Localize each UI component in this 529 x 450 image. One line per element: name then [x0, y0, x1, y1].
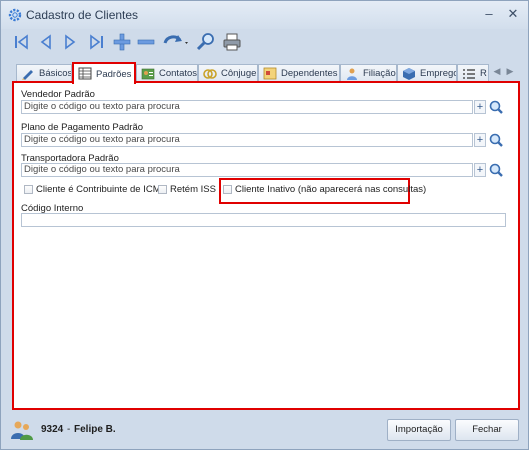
close-button[interactable]: Fechar — [455, 419, 519, 441]
icms-checkbox-row[interactable]: Cliente é Contribuinte de ICMS — [24, 184, 167, 198]
print-icon — [223, 33, 241, 51]
table-icon — [78, 67, 92, 80]
previous-record-button[interactable] — [35, 31, 57, 53]
contacts-icon — [141, 68, 155, 80]
remove-record-button[interactable] — [135, 31, 157, 53]
vendedor-add-button[interactable]: + — [474, 100, 486, 114]
cadastro-clientes-window: Cadastro de Clientes – ✕ Básicos Padrões… — [0, 0, 529, 450]
close-window-button[interactable]: ✕ — [504, 6, 522, 22]
next-record-icon — [65, 34, 76, 50]
search-button[interactable] — [195, 31, 217, 53]
tab-contatos[interactable]: Contatos — [136, 64, 198, 82]
inativo-checkbox[interactable] — [223, 185, 232, 194]
minimize-button[interactable]: – — [480, 6, 498, 22]
employment-icon — [403, 68, 415, 80]
iss-checkbox[interactable] — [158, 185, 167, 194]
last-record-button[interactable] — [85, 31, 107, 53]
tab-padroes[interactable]: Padrões — [72, 62, 136, 84]
user-separator: - — [67, 424, 71, 435]
tab-emprego[interactable]: Emprego — [397, 64, 457, 82]
tab-conjuge[interactable]: Cônjuge — [198, 64, 258, 82]
tab-label: Emprego — [420, 68, 457, 79]
plano-search-icon[interactable] — [488, 132, 504, 148]
tab-dependentes[interactable]: Dependentes — [258, 64, 340, 82]
transportadora-input[interactable]: Digite o código ou texto para procura — [21, 163, 473, 177]
tab-label: R — [480, 68, 487, 79]
users-icon — [11, 421, 33, 440]
title-bar: Cadastro de Clientes – ✕ — [1, 1, 528, 29]
last-record-icon — [90, 34, 103, 50]
inativo-checkbox-row[interactable]: Cliente Inativo (não aparecerá nas consu… — [223, 184, 426, 198]
add-record-button[interactable] — [111, 31, 133, 53]
plano-label: Plano de Pagamento Padrão — [21, 122, 144, 133]
tab-label: Básicos — [39, 68, 72, 79]
toolbar — [11, 31, 251, 53]
tab-label: Filiação — [363, 68, 396, 79]
undo-icon — [163, 35, 188, 44]
iss-checkbox-row[interactable]: Retém ISS — [158, 184, 216, 198]
app-gear-icon — [8, 8, 22, 22]
tab-label: Contatos — [159, 68, 198, 79]
window-title: Cadastro de Clientes — [26, 8, 139, 22]
import-button[interactable]: Importação — [387, 419, 451, 441]
list-icon — [463, 69, 475, 79]
user-name: Felipe B. — [74, 424, 116, 435]
vendedor-search-icon[interactable] — [488, 99, 504, 115]
transportadora-add-button[interactable]: + — [474, 163, 486, 177]
plano-input[interactable]: Digite o código ou texto para procura — [21, 133, 473, 147]
transportadora-search-icon[interactable] — [488, 162, 504, 178]
vendedor-input[interactable]: Digite o código ou texto para procura — [21, 100, 473, 114]
dependents-icon — [263, 67, 277, 80]
icms-label: Cliente é Contribuinte de ICMS — [36, 184, 167, 195]
search-icon — [196, 33, 214, 51]
remove-icon — [137, 39, 155, 45]
first-record-button[interactable] — [11, 31, 33, 53]
add-icon — [113, 33, 131, 51]
tab-label: Cônjuge — [221, 68, 257, 79]
vendedor-label: Vendedor Padrão — [21, 89, 95, 100]
tab-r[interactable]: R — [457, 64, 489, 82]
tab-filiacao[interactable]: Filiação — [340, 64, 397, 82]
pencil-icon — [22, 70, 33, 80]
icms-checkbox[interactable] — [24, 185, 33, 194]
tab-scroll-right-button[interactable]: ▶ — [504, 64, 516, 78]
inativo-label: Cliente Inativo (não aparecerá nas consu… — [235, 184, 427, 195]
tab-strip: Básicos Padrões Contatos Cônjuge Depende… — [16, 62, 516, 84]
next-record-button[interactable] — [59, 31, 81, 53]
footer: 9324 - Felipe B. Importação Fechar — [1, 413, 528, 449]
first-record-icon — [15, 34, 28, 50]
plano-add-button[interactable]: + — [474, 133, 486, 147]
spouse-icon — [203, 69, 217, 79]
iss-label: Retém ISS — [170, 184, 216, 195]
print-button[interactable] — [221, 31, 243, 53]
tab-scroll-left-button[interactable]: ◀ — [491, 64, 503, 78]
codigo-interno-input[interactable] — [21, 213, 506, 227]
tab-label: Padrões — [96, 69, 132, 80]
tab-label: Dependentes — [281, 68, 338, 79]
tab-basicos[interactable]: Básicos — [16, 64, 72, 82]
previous-record-icon — [40, 34, 51, 50]
undo-button[interactable] — [161, 31, 191, 53]
parents-icon — [347, 68, 357, 80]
user-code: 9324 — [41, 424, 64, 435]
